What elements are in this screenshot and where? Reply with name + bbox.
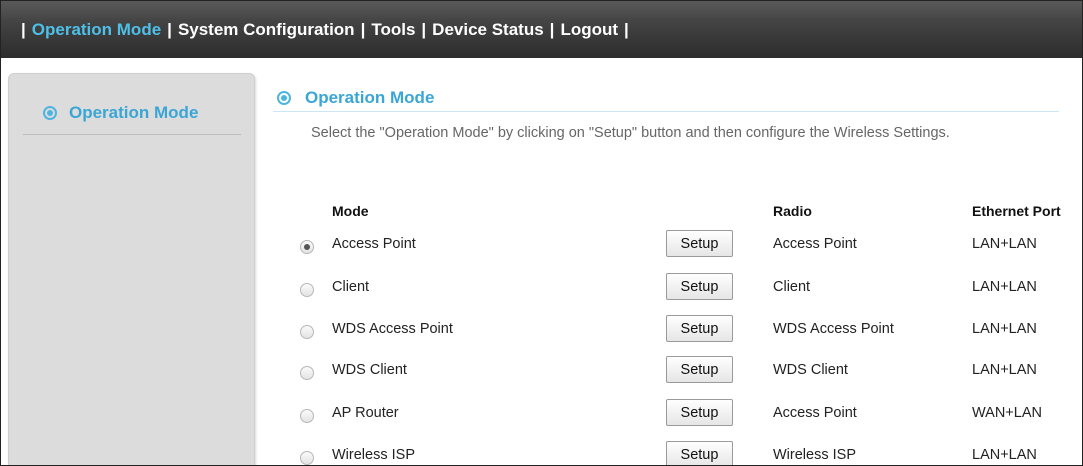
setup-button[interactable]: Setup (666, 230, 733, 257)
setup-button[interactable]: Setup (666, 441, 733, 465)
mode-radio-wds-client[interactable] (300, 366, 314, 380)
setup-button[interactable]: Setup (666, 273, 733, 300)
ethernet-value: LAN+LAN (972, 279, 1037, 295)
page-description: Select the "Operation Mode" by clicking … (311, 125, 950, 141)
ethernet-value: WAN+LAN (972, 405, 1042, 421)
radio-value: Wireless ISP (773, 447, 856, 463)
sidebar-item-label: Operation Mode (69, 103, 199, 122)
top-nav-bar: | Operation Mode | System Configuration … (1, 1, 1082, 58)
table-row: WDS Access Point Setup WDS Access Point … (1, 315, 1082, 345)
radio-value: WDS Access Point (773, 321, 894, 337)
nav-separator: | (167, 19, 172, 39)
nav-separator: | (421, 19, 427, 39)
column-header-radio: Radio (773, 203, 812, 219)
nav-item-tools[interactable]: Tools (371, 20, 415, 40)
radio-value: Access Point (773, 405, 857, 421)
nav-separator: | (360, 19, 366, 39)
section-header: Operation Mode (273, 85, 1059, 112)
ethernet-value: LAN+LAN (972, 447, 1037, 463)
mode-radio-access-point[interactable] (300, 240, 314, 254)
mode-radio-wireless-isp[interactable] (300, 451, 314, 465)
sidebar-item-operation-mode[interactable]: Operation Mode (23, 92, 241, 135)
nav-separator: | (549, 19, 555, 39)
target-icon (43, 106, 57, 120)
mode-radio-ap-router[interactable] (300, 409, 314, 423)
mode-label: WDS Access Point (332, 321, 453, 337)
ethernet-value: LAN+LAN (972, 321, 1037, 337)
table-row: AP Router Setup Access Point WAN+LAN (1, 399, 1082, 429)
mode-label: Wireless ISP (332, 447, 415, 463)
column-header-mode: Mode (332, 203, 369, 219)
nav-separator: | (624, 19, 629, 39)
setup-button[interactable]: Setup (666, 356, 733, 383)
setup-button[interactable]: Setup (666, 315, 733, 342)
nav-item-device-status[interactable]: Device Status (432, 20, 544, 40)
column-header-ethernet-port: Ethernet Port (972, 203, 1061, 219)
nav-item-logout[interactable]: Logout (560, 20, 618, 40)
mode-label: WDS Client (332, 362, 407, 378)
radio-value: Access Point (773, 236, 857, 252)
page-title: Operation Mode (305, 88, 435, 107)
table-row: Client Setup Client LAN+LAN (1, 273, 1082, 303)
ethernet-value: LAN+LAN (972, 236, 1037, 252)
setup-button[interactable]: Setup (666, 399, 733, 426)
nav-item-system-configuration[interactable]: System Configuration (178, 20, 355, 40)
app-frame: | Operation Mode | System Configuration … (0, 0, 1083, 466)
radio-value: WDS Client (773, 362, 848, 378)
table-row: WDS Client Setup WDS Client LAN+LAN (1, 356, 1082, 386)
mode-radio-client[interactable] (300, 283, 314, 297)
ethernet-value: LAN+LAN (972, 362, 1037, 378)
table-row: Wireless ISP Setup Wireless ISP LAN+LAN (1, 441, 1082, 465)
table-row: Access Point Setup Access Point LAN+LAN (1, 230, 1082, 260)
nav-item-operation-mode[interactable]: Operation Mode (32, 20, 161, 40)
mode-label: AP Router (332, 405, 399, 421)
radio-value: Client (773, 279, 811, 295)
mode-label: Client (332, 279, 370, 295)
mode-radio-wds-access-point[interactable] (300, 325, 314, 339)
nav-separator: | (21, 19, 26, 39)
mode-label: Access Point (332, 236, 416, 252)
target-icon (277, 91, 291, 105)
